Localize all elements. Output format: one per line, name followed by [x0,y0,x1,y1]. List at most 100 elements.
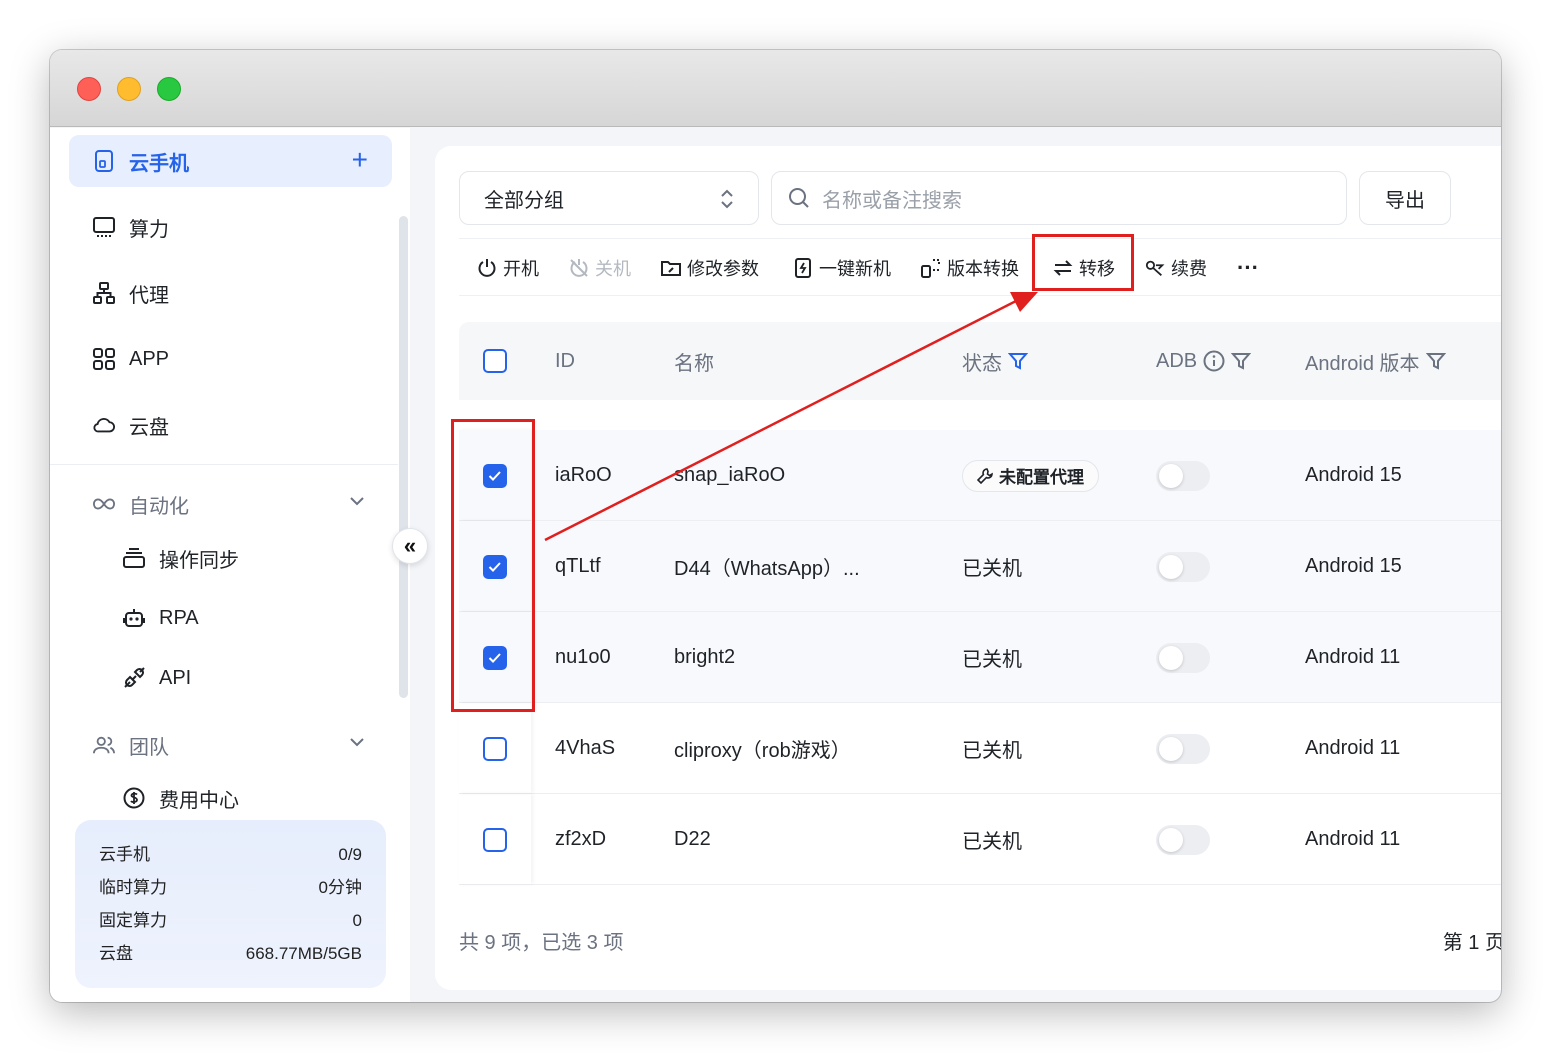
more-actions-button[interactable]: ··· [1237,239,1259,297]
collapse-sidebar-button[interactable]: « [392,528,428,564]
cell-status: 已关机 [962,649,1022,671]
sidebar-item-cloud-phone[interactable]: 云手机 + [69,135,392,187]
sidebar-item-label: 代理 [129,284,169,307]
cell-status: 已关机 [962,558,1022,580]
one-click-new-button[interactable]: 一键新机 [793,239,891,297]
search-input[interactable]: 名称或备注搜索 [771,171,1347,225]
power-off-button[interactable]: 关机 [569,239,631,297]
sidebar-item-compute[interactable]: 算力 [69,201,392,253]
close-window-button[interactable] [77,77,101,101]
cell-adb [1156,521,1210,612]
cell-android: Android 15 [1305,464,1402,486]
usage-label: 临时算力 [99,878,167,897]
column-header-name[interactable]: 名称 [674,322,714,400]
sidebar-item-billing[interactable]: 费用中心 [123,778,239,818]
row-checkbox[interactable] [483,736,507,761]
sidebar-scrollbar[interactable] [399,216,408,698]
group-select-value: 全部分组 [484,189,564,212]
sidebar-item-app[interactable]: APP [69,333,392,385]
annotation-highlight-checkboxes [451,419,535,712]
search-placeholder: 名称或备注搜索 [822,189,962,212]
usage-label: 云手机 [99,845,150,864]
usage-value: 668.77MB/5GB [245,944,362,963]
cell-id: 4VhaS [555,737,616,759]
version-convert-button[interactable]: 版本转换 [921,239,1019,297]
folder-edit-icon [661,258,681,278]
sidebar-group-automation[interactable]: 自动化 [69,484,392,524]
sidebar-group-label: 自动化 [129,495,189,518]
pagination-info: 第 1 页， [1442,932,1501,954]
usage-value: 0分钟 [318,878,362,897]
cell-adb [1156,703,1210,794]
cell-status: 已关机 [962,740,1022,762]
cell-id: nu1o0 [555,646,611,668]
sidebar-item-operation-sync[interactable]: 操作同步 [123,538,239,578]
table-row[interactable]: iaRoO snap_iaRoO 未配置代理 Android 15 [459,430,1501,521]
maximize-window-button[interactable] [157,77,181,101]
cell-name: D44（WhatsApp）... [674,558,860,580]
power-on-button[interactable]: 开机 [477,239,539,297]
add-phone-button[interactable]: + [352,145,368,175]
renew-button[interactable]: 续费 [1145,239,1207,297]
main-panel: 全部分组 名称或备注搜索 导出 开机 关机 修改参数 一键新机 版本转换 转移 … [435,146,1501,990]
row-checkbox[interactable] [483,827,507,852]
export-button[interactable]: 导出 [1359,171,1451,225]
toolbar-label: 关机 [595,259,631,279]
plug-icon [123,667,145,689]
app-window: 云手机 + 算力 代理 APP 云盘 自动化 操作同步 RPA API 团队 费… [50,50,1501,1002]
filter-icon[interactable] [1425,351,1446,371]
cell-adb [1156,794,1210,885]
table-row[interactable]: 4VhaS cliproxy（rob游戏） 已关机 Android 11 [459,703,1501,794]
toolbar-label: 一键新机 [819,259,891,279]
cell-android: Android 11 [1305,828,1401,850]
usage-row: 云手机 0/9 [99,842,362,875]
adb-toggle[interactable] [1156,551,1210,582]
cell-android: Android 15 [1305,555,1402,577]
info-icon[interactable] [1203,350,1225,372]
column-header-id[interactable]: ID [555,322,575,400]
status-badge[interactable]: 未配置代理 [962,459,1099,492]
cell-id: zf2xD [555,828,607,850]
chevron-down-icon [348,492,366,516]
usage-label: 云盘 [99,944,133,963]
sort-arrows-icon [720,188,734,216]
sidebar-item-api[interactable]: API [123,658,191,698]
infinity-icon [93,493,115,515]
filter-icon[interactable] [1008,351,1028,371]
column-header-android[interactable]: Android 版本 [1305,322,1446,400]
toolbar-label: 修改参数 [687,259,759,279]
stack-icon [123,547,145,569]
filter-icon[interactable] [1231,351,1252,371]
sidebar-item-proxy[interactable]: 代理 [69,267,392,319]
adb-toggle[interactable] [1156,824,1210,855]
cell-status: 已关机 [962,831,1022,853]
table-row[interactable]: qTLtf D44（WhatsApp）... 已关机 Android 15 [459,521,1501,612]
sidebar-item-label: 云手机 [129,152,189,175]
modify-params-button[interactable]: 修改参数 [661,239,759,297]
cell-android: Android 11 [1305,646,1401,668]
row-checkbox-cell [483,703,507,794]
cell-android: Android 11 [1305,737,1401,759]
minimize-window-button[interactable] [117,77,141,101]
adb-toggle[interactable] [1156,733,1210,764]
table-row[interactable]: zf2xD D22 已关机 Android 11 [459,794,1501,885]
cell-name: bright2 [674,646,736,668]
adb-toggle[interactable] [1156,460,1210,491]
sidebar-divider [50,464,398,465]
usage-summary-card: 云手机 0/9 临时算力 0分钟 固定算力 0 云盘 668.77MB/5GB [75,820,386,988]
network-icon [93,282,115,304]
table-row[interactable]: nu1o0 bright2 已关机 Android 11 [459,612,1501,703]
column-header-adb[interactable]: ADB [1156,322,1252,400]
sidebar-item-label: 算力 [129,218,169,241]
column-header-label: Android 版本 [1305,352,1420,375]
adb-toggle[interactable] [1156,642,1210,673]
sidebar-item-rpa[interactable]: RPA [123,598,199,638]
sidebar-group-label: 团队 [129,736,169,759]
select-all-checkbox[interactable] [483,349,507,373]
apps-grid-icon [93,348,115,370]
sidebar-group-team[interactable]: 团队 [69,725,392,765]
group-select[interactable]: 全部分组 [459,171,759,225]
column-header-status[interactable]: 状态 [962,322,1028,400]
sidebar-item-cloud-disk[interactable]: 云盘 [69,399,392,451]
toolbar-label: 续费 [1171,259,1207,279]
